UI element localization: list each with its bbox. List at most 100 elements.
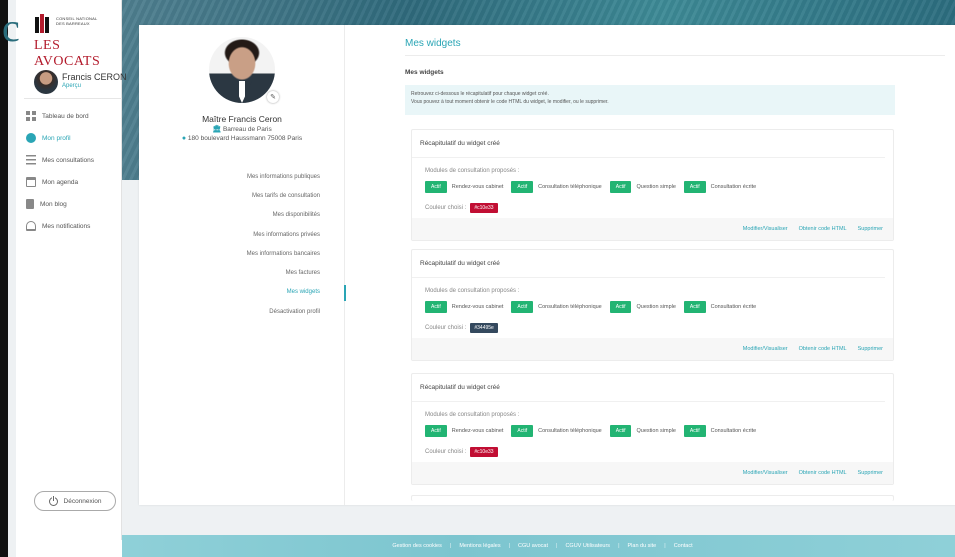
module-label: Rendez-vous cabinet <box>451 304 504 310</box>
user-name: Francis CERON <box>62 72 127 82</box>
info-line: Retrouvez ci-dessous le récapitulatif po… <box>411 91 549 97</box>
power-icon <box>48 495 58 506</box>
profile-menu-item[interactable]: Mes informations bancaires <box>139 244 345 263</box>
profile-menu-item[interactable]: Mes disponibilités <box>139 206 345 225</box>
sidebar-item-label: Tableau de bord <box>42 112 89 120</box>
page: c CONSEIL NATIONAL DES BARREAUX LES AVOCA… <box>0 0 955 557</box>
sidebar-item-label: Mes consultations <box>42 156 95 164</box>
footer-link[interactable]: CGUV Utilisateurs <box>565 543 610 549</box>
status-badge: Actif <box>683 301 706 313</box>
status-badge: Actif <box>683 181 706 193</box>
divider <box>24 98 122 99</box>
footer-link[interactable]: Mentions légales <box>459 543 500 549</box>
widget-actions: Modifier/Visualiser Obtenir code HTML Supp… <box>412 338 893 360</box>
logo-subtitle: CONSEIL NATIONAL DES BARREAUX <box>56 16 98 26</box>
module-label: Question simple <box>636 428 676 434</box>
widget-title: Récapitulatif du widget créé <box>412 374 885 402</box>
get-html-code-link[interactable]: Obtenir code HTML <box>799 346 847 352</box>
status-badge: Actif <box>425 181 447 193</box>
profile-card: ✎ Maître Francis Ceron 🏛 Barreau de Pari… <box>139 25 955 505</box>
footer-link[interactable]: Contact <box>674 543 693 549</box>
sidebar-item-label: Mon agenda <box>42 178 79 186</box>
profile-menu-item[interactable]: Désactivation profil <box>139 302 345 321</box>
edit-photo-button[interactable]: ✎ <box>267 91 279 103</box>
status-badge: Actif <box>511 301 534 313</box>
footer-separator: | <box>508 543 511 549</box>
profile-menu-item[interactable]: Mes tarifs de consultation <box>139 186 345 205</box>
profile-menu-item[interactable]: Mes factures <box>139 263 345 282</box>
module-label: Consultation téléphonique <box>538 304 602 310</box>
section-title: Mes widgets <box>405 69 444 76</box>
module-label: Consultation écrite <box>710 184 757 190</box>
modules-list: Actif Rendez-vous cabinet Actif Consultatio… <box>425 301 764 313</box>
footer-link[interactable]: CGU avocat <box>518 543 548 549</box>
dashboard-icon <box>26 111 36 121</box>
overflow-glyph: c <box>2 5 20 50</box>
sidebar-item-document[interactable]: Mon blog <box>26 193 122 215</box>
color-label: Couleur choisi : <box>425 325 467 331</box>
widget-card: Récapitulatif du widget créé Modules de … <box>411 373 894 485</box>
modules-list: Actif Rendez-vous cabinet Actif Consultatio… <box>425 181 764 193</box>
sidebar-nav: Tableau de bord Mon profil Mes consultatio… <box>26 105 122 237</box>
profile-title: Maître Francis Ceron <box>202 114 282 124</box>
document-icon <box>26 199 34 209</box>
footer-separator: | <box>556 543 558 549</box>
status-badge: Actif <box>609 425 632 437</box>
modules-label: Modules de consultation proposés : <box>425 168 520 174</box>
profile-menu-item[interactable]: Mes widgets <box>139 283 346 302</box>
bell-icon <box>26 221 36 231</box>
edit-widget-link[interactable]: Modifier/Visualiser <box>743 346 788 352</box>
color-swatch: #34495e <box>470 323 498 333</box>
edit-widget-link[interactable]: Modifier/Visualiser <box>743 470 788 476</box>
footer: Gestion des cookies | Mentions légales | CGU… <box>122 535 955 557</box>
widget-title: Récapitulatif du widget créé <box>412 250 885 278</box>
status-badge: Actif <box>683 425 706 437</box>
get-html-code-link[interactable]: Obtenir code HTML <box>799 470 847 476</box>
info-box: Retrouvez ci-dessous le récapitulatif po… <box>405 85 895 115</box>
info-line: Vous pouvez à tout moment obtenir le cod… <box>411 99 609 105</box>
logout-button[interactable]: Déconnexion <box>34 491 116 511</box>
logout-label: Déconnexion <box>63 497 102 505</box>
sidebar-item-dashboard[interactable]: Tableau de bord <box>26 105 122 127</box>
profile-barreau: 🏛 Barreau de Paris <box>212 126 272 133</box>
sidebar-item-calendar[interactable]: Mon agenda <box>26 171 122 193</box>
status-badge: Actif <box>511 181 534 193</box>
preview-link[interactable]: Aperçu <box>62 83 81 89</box>
sidebar-bottom <box>16 540 122 557</box>
module-label: Consultation téléphonique <box>538 428 602 434</box>
calendar-icon <box>26 177 36 187</box>
logo-mark-icon <box>34 14 50 34</box>
edit-widget-link[interactable]: Modifier/Visualiser <box>743 226 788 232</box>
profile-address: ● 180 boulevard Haussmann 75008 Paris <box>181 135 303 142</box>
widget-title: Récapitulatif du widget créé <box>412 130 885 158</box>
page-title: Mes widgets <box>405 38 461 49</box>
modules-label: Modules de consultation proposés : <box>425 412 520 418</box>
footer-link[interactable]: Plan du site <box>628 543 657 549</box>
sidebar-item-user[interactable]: Mon profil <box>26 127 122 149</box>
logo[interactable]: CONSEIL NATIONAL DES BARREAUX LES AVOCATS <box>34 14 114 69</box>
widget-card: Récapitulatif du widget créé Modules de … <box>411 129 894 241</box>
footer-separator: | <box>449 543 452 549</box>
avatar <box>34 70 58 94</box>
module-label: Consultation écrite <box>710 428 757 434</box>
status-badge: Actif <box>609 301 632 313</box>
divider <box>405 55 945 56</box>
user-profile[interactable]: Francis CERON Aperçu <box>34 70 127 98</box>
status-badge: Actif <box>511 425 534 437</box>
color-swatch: #c10e33 <box>470 203 498 213</box>
module-label: Question simple <box>636 304 676 310</box>
module-label: Question simple <box>636 184 676 190</box>
color-row: Couleur choisi : #c10e33 <box>425 447 498 457</box>
profile-menu-item[interactable]: Mes informations publiques <box>139 167 345 186</box>
sidebar-item-bell[interactable]: Mes notifications <box>26 215 122 237</box>
footer-link[interactable]: Gestion des cookies <box>392 543 442 549</box>
profile-menu-item[interactable]: Mes informations privées <box>139 225 345 244</box>
delete-widget-link[interactable]: Supprimer <box>858 470 883 476</box>
module-label: Consultation téléphonique <box>538 184 602 190</box>
color-row: Couleur choisi : #34495e <box>425 323 498 333</box>
get-html-code-link[interactable]: Obtenir code HTML <box>799 226 847 232</box>
sidebar-item-list[interactable]: Mes consultations <box>26 149 122 171</box>
module-label: Rendez-vous cabinet <box>451 184 504 190</box>
delete-widget-link[interactable]: Supprimer <box>858 226 883 232</box>
delete-widget-link[interactable]: Supprimer <box>858 346 883 352</box>
